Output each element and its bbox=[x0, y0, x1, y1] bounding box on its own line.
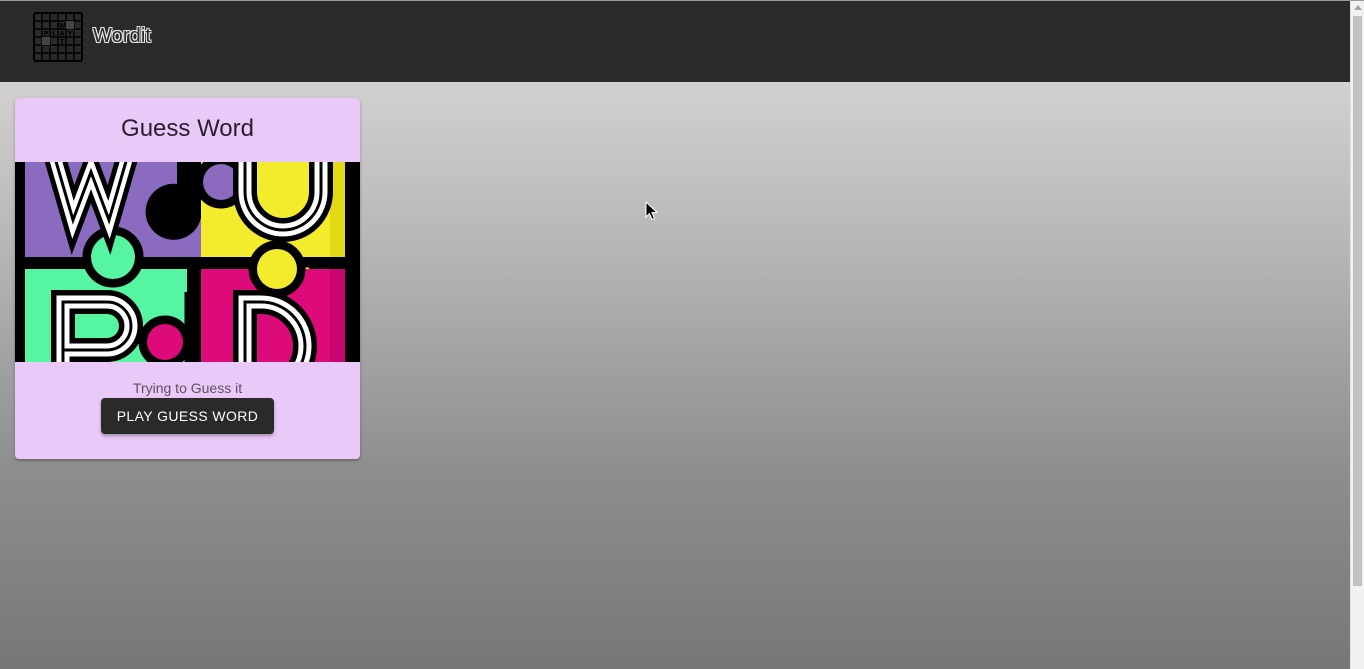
crossword-grid-icon[interactable]: W P L A Y T bbox=[33, 12, 83, 62]
scroll-up-arrow-icon[interactable] bbox=[1354, 5, 1362, 10]
card-title: Guess Word bbox=[121, 115, 254, 142]
vertical-scrollbar[interactable] bbox=[1350, 0, 1364, 669]
logo-letter-5: Y bbox=[67, 31, 73, 38]
page: W P L A Y T Wordit Guess Word Trying to … bbox=[0, 0, 1350, 669]
card-description: Trying to Guess it bbox=[132, 380, 243, 396]
puzzle-word-image bbox=[15, 162, 360, 362]
logo-letter-4: A bbox=[60, 31, 65, 38]
play-guess-word-button[interactable]: PLAY GUESS WORD bbox=[101, 398, 274, 434]
guess-word-card: Guess Word Trying to Guess it PLAY GUESS… bbox=[15, 98, 360, 459]
logo-letter-2: P bbox=[44, 31, 49, 38]
logo-letter-3: L bbox=[52, 31, 56, 38]
logo-letter-1: W bbox=[59, 23, 66, 30]
mouse-pointer-icon bbox=[645, 201, 659, 221]
scrollbar-thumb[interactable] bbox=[1353, 16, 1362, 586]
window-top-border bbox=[0, 0, 1364, 1]
app-bar: W P L A Y T Wordit bbox=[0, 1, 1350, 82]
brand-title[interactable]: Wordit bbox=[93, 25, 151, 48]
